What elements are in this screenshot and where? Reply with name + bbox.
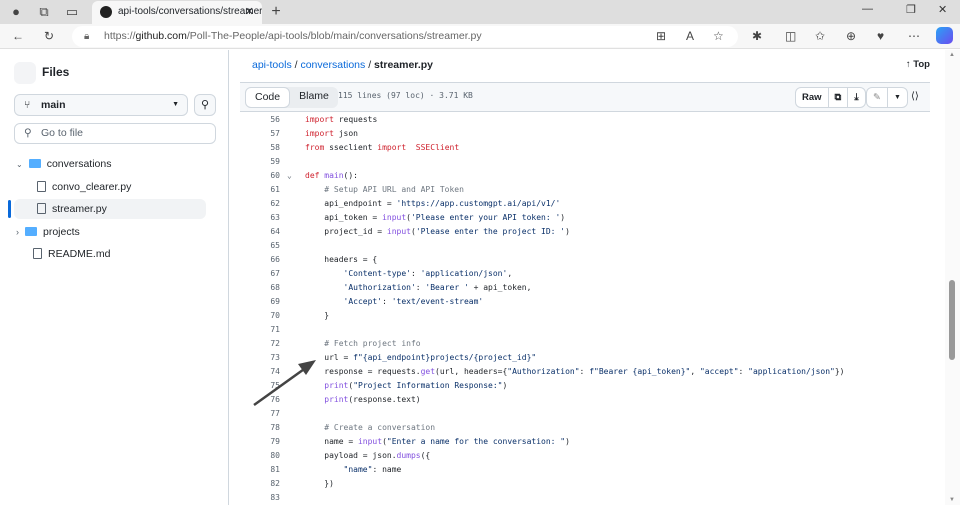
annotation-arrow	[253, 360, 316, 407]
